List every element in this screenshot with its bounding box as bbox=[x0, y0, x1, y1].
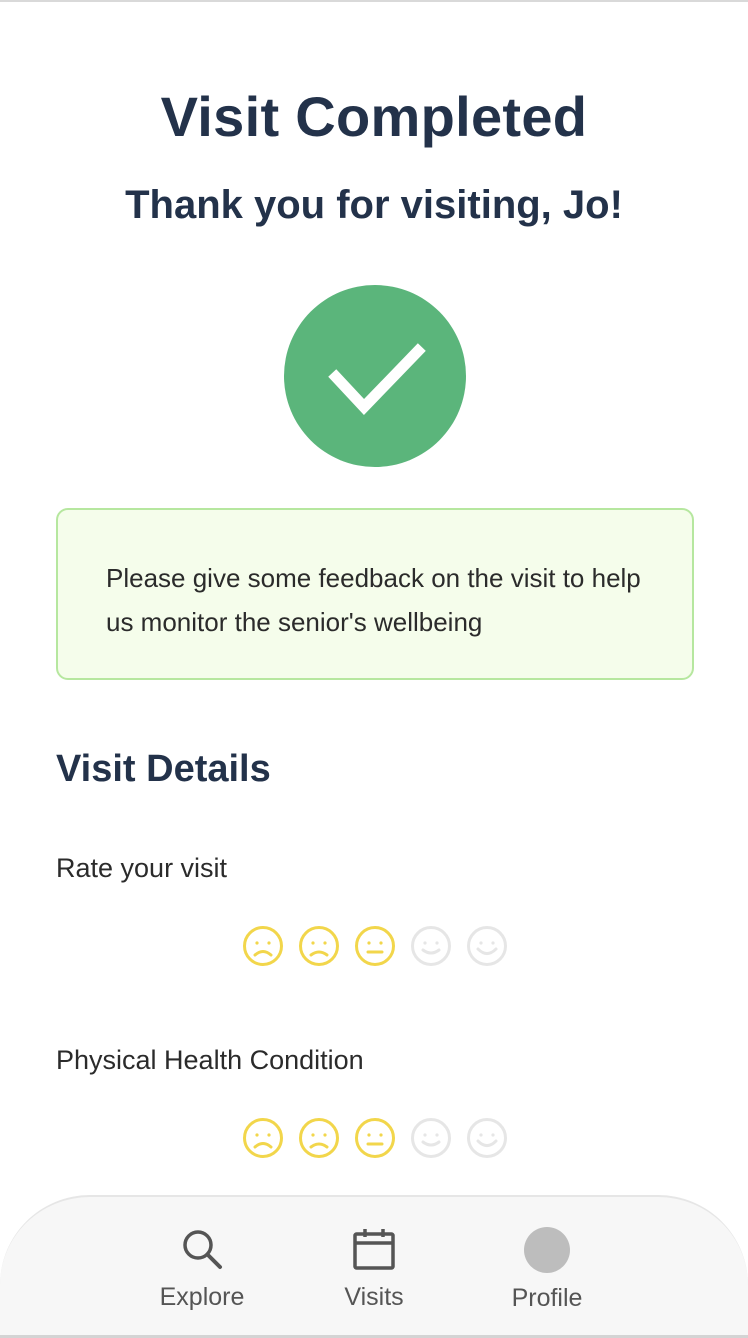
physical-health-rating[interactable] bbox=[242, 1117, 510, 1159]
visit-completed-screen: Visit Completed Thank you for visiting, … bbox=[0, 0, 748, 1338]
avatar-icon bbox=[524, 1227, 570, 1273]
search-icon bbox=[180, 1227, 224, 1276]
check-circle-icon bbox=[284, 285, 466, 467]
feedback-notice-text: Please give some feedback on the visit t… bbox=[106, 563, 641, 637]
sad-face-icon[interactable] bbox=[298, 925, 340, 967]
calendar-icon bbox=[352, 1227, 396, 1276]
neutral-face-icon[interactable] bbox=[354, 925, 396, 967]
nav-profile-label: Profile bbox=[511, 1284, 583, 1312]
thank-you-subtitle: Thank you for visiting, Jo! bbox=[125, 183, 623, 227]
top-divider bbox=[0, 0, 748, 2]
happy-face-icon[interactable] bbox=[466, 1117, 508, 1159]
nav-visits-label: Visits bbox=[344, 1283, 404, 1311]
content-face-icon[interactable] bbox=[410, 925, 452, 967]
visit-details-heading: Visit Details bbox=[56, 748, 271, 790]
sad-face-icon[interactable] bbox=[298, 1117, 340, 1159]
feedback-notice: Please give some feedback on the visit t… bbox=[56, 508, 694, 680]
bottom-navigation: Explore Visits Profile bbox=[0, 1195, 748, 1338]
nav-visits[interactable]: Visits bbox=[304, 1197, 444, 1327]
content-face-icon[interactable] bbox=[410, 1117, 452, 1159]
nav-profile[interactable]: Profile bbox=[477, 1197, 617, 1327]
rate-visit-label: Rate your visit bbox=[56, 853, 228, 883]
physical-health-label: Physical Health Condition bbox=[56, 1045, 364, 1075]
neutral-face-icon[interactable] bbox=[354, 1117, 396, 1159]
rate-visit-rating[interactable] bbox=[242, 925, 510, 967]
very-sad-face-icon[interactable] bbox=[242, 1117, 284, 1159]
nav-explore[interactable]: Explore bbox=[132, 1197, 272, 1327]
happy-face-icon[interactable] bbox=[466, 925, 508, 967]
page-title: Visit Completed bbox=[160, 85, 588, 148]
very-sad-face-icon[interactable] bbox=[242, 925, 284, 967]
nav-explore-label: Explore bbox=[159, 1283, 245, 1311]
